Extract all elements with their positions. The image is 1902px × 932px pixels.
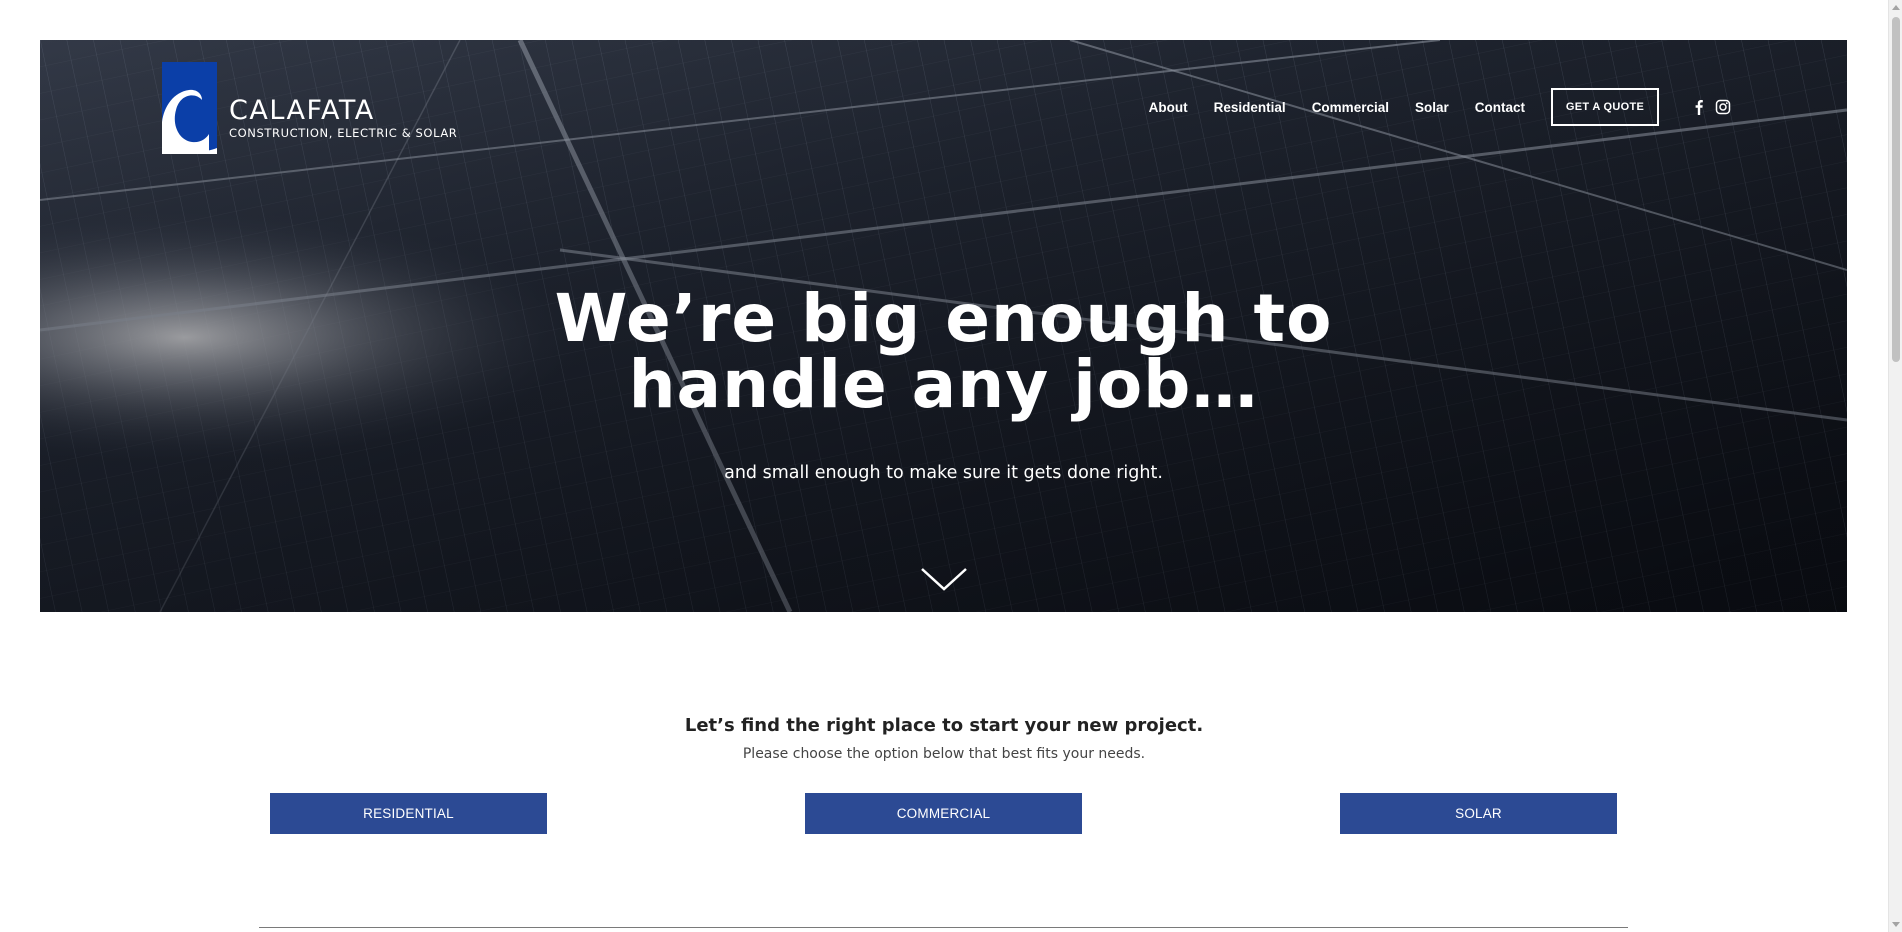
page: CALAFATA CONSTRUCTION, ELECTRIC & SOLAR … — [0, 0, 1888, 932]
hero-heading: We’re big enough to handle any job… — [40, 286, 1847, 418]
solar-button[interactable]: SOLAR — [1340, 793, 1617, 834]
commercial-button[interactable]: COMMERCIAL — [805, 793, 1082, 834]
facebook-icon[interactable] — [1691, 99, 1707, 115]
page-scrollbar[interactable] — [1888, 0, 1902, 932]
residential-button[interactable]: RESIDENTIAL — [270, 793, 547, 834]
instagram-icon[interactable] — [1715, 99, 1731, 115]
scroll-up-arrow-icon[interactable] — [1892, 5, 1900, 10]
section-divider — [259, 927, 1628, 928]
nav-item-about[interactable]: About — [1149, 100, 1188, 115]
brand-logo[interactable]: CALAFATA CONSTRUCTION, ELECTRIC & SOLAR — [162, 62, 457, 154]
intro-subtitle: Please choose the option below that best… — [742, 746, 1146, 762]
logo-text: CALAFATA CONSTRUCTION, ELECTRIC & SOLAR — [229, 95, 458, 140]
nav-item-commercial[interactable]: Commercial — [1312, 100, 1389, 115]
calafata-c-logo-icon — [162, 62, 217, 154]
get-a-quote-button[interactable]: GET A QUOTE — [1551, 88, 1659, 126]
scrollbar-thumb[interactable] — [1892, 17, 1900, 362]
nav-item-solar[interactable]: Solar — [1415, 100, 1449, 115]
social-links — [1691, 99, 1731, 115]
brand-tagline: CONSTRUCTION, ELECTRIC & SOLAR — [229, 126, 458, 140]
hero-heading-line-2: handle any job… — [628, 346, 1259, 423]
chevron-down-icon[interactable] — [920, 566, 968, 592]
hero-subheading: and small enough to make sure it gets do… — [724, 463, 1163, 483]
brand-name: CALAFATA — [229, 95, 375, 126]
scroll-down-arrow-icon[interactable] — [1892, 922, 1900, 927]
intro-title: Let’s find the right place to start your… — [684, 715, 1204, 736]
nav-item-residential[interactable]: Residential — [1214, 100, 1286, 115]
nav-item-contact[interactable]: Contact — [1475, 100, 1525, 115]
main-nav: About Residential Commercial Solar Conta… — [1149, 88, 1731, 126]
hero-section: CALAFATA CONSTRUCTION, ELECTRIC & SOLAR … — [40, 40, 1847, 612]
